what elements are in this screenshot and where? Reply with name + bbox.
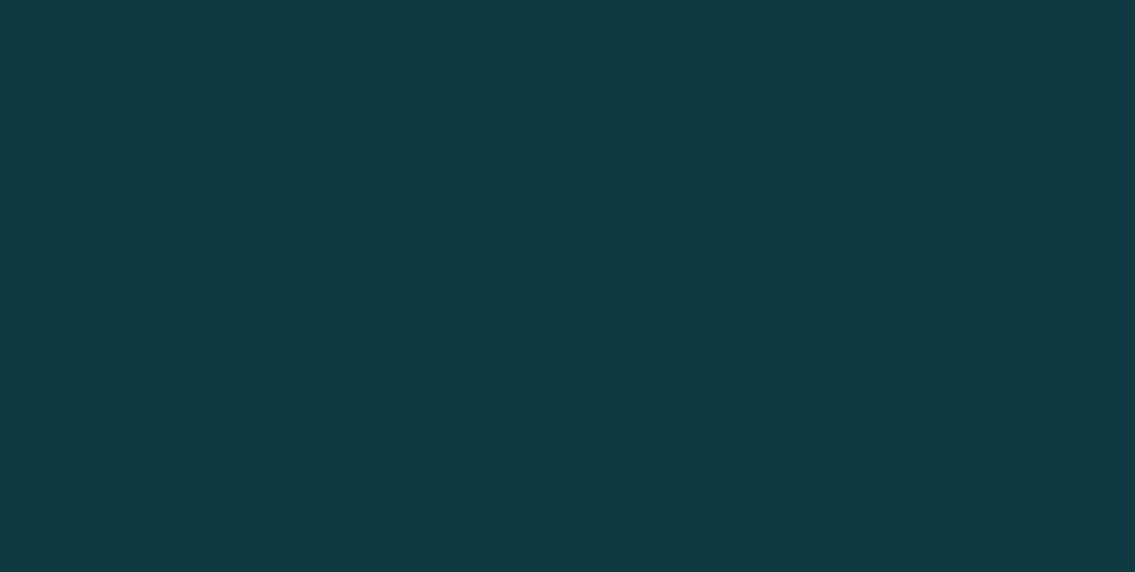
tibble-console-output [0, 0, 1135, 2]
